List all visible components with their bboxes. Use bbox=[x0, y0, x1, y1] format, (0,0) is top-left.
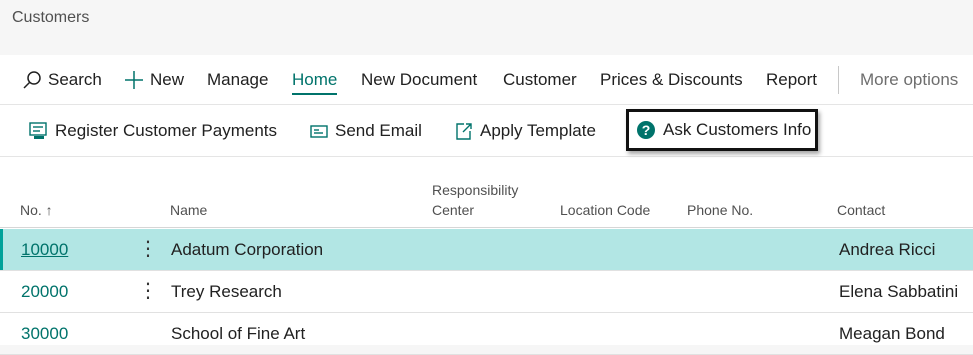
column-header-contact[interactable]: Contact bbox=[837, 200, 885, 220]
help-question-icon: ? bbox=[637, 121, 655, 139]
customer-menu[interactable]: Customer bbox=[503, 68, 577, 92]
prices-discounts-label: Prices & Discounts bbox=[600, 70, 743, 89]
customer-no-link[interactable]: 20000 bbox=[21, 282, 68, 302]
search-button[interactable]: Search bbox=[22, 68, 102, 92]
prices-discounts-menu[interactable]: Prices & Discounts bbox=[600, 68, 743, 92]
ask-info-content: ? Ask Customers Info bbox=[636, 118, 811, 142]
send-email-label: Send Email bbox=[335, 121, 422, 140]
apply-template-label: Apply Template bbox=[480, 121, 596, 140]
email-icon bbox=[310, 125, 328, 138]
manage-menu[interactable]: Manage bbox=[207, 68, 268, 92]
customer-contact: Andrea Ricci bbox=[839, 240, 936, 259]
list-page-panel: Search New Manage Home New Document Cust… bbox=[0, 55, 973, 355]
report-label: Report bbox=[766, 70, 818, 89]
resp-line1: Responsibility bbox=[432, 182, 519, 198]
column-header-no[interactable]: No. ↑ bbox=[20, 200, 53, 220]
table-row[interactable]: 30000 School of Fine Art Meagan Bond bbox=[0, 313, 973, 355]
row-menu-button[interactable]: ⋮ bbox=[138, 278, 158, 303]
selection-indicator bbox=[0, 229, 3, 270]
promoted-actions: Register Customer Payments Send Email Ap… bbox=[0, 105, 973, 157]
new-button[interactable]: New bbox=[124, 68, 184, 92]
column-header-phone[interactable]: Phone No. bbox=[687, 200, 753, 220]
apply-template-icon bbox=[456, 123, 472, 140]
customer-contact: Elena Sabbatini bbox=[839, 282, 959, 301]
search-icon bbox=[23, 71, 41, 89]
register-payments-label: Register Customer Payments bbox=[55, 121, 278, 140]
svg-text:?: ? bbox=[642, 122, 651, 138]
customer-name: School of Fine Art bbox=[171, 324, 306, 343]
column-header-location-code[interactable]: Location Code bbox=[560, 200, 650, 220]
manage-label: Manage bbox=[207, 70, 269, 89]
column-header-name[interactable]: Name bbox=[170, 200, 207, 220]
home-label: Home bbox=[292, 70, 338, 89]
ask-info-label: Ask Customers Info bbox=[663, 120, 812, 139]
new-document-menu[interactable]: New Document bbox=[361, 68, 477, 92]
resp-line2: Center bbox=[432, 202, 475, 218]
customer-contact: Meagan Bond bbox=[839, 324, 945, 343]
ask-customers-info-button[interactable]: ? Ask Customers Info bbox=[626, 109, 818, 151]
report-menu[interactable]: Report bbox=[766, 68, 817, 92]
apply-template-button[interactable]: Apply Template bbox=[455, 119, 596, 143]
action-bar: Search New Manage Home New Document Cust… bbox=[0, 55, 973, 105]
table-header: No. ↑ Name Responsibility Center Locatio… bbox=[0, 157, 973, 228]
page-title: Customers bbox=[12, 9, 90, 26]
new-document-label: New Document bbox=[361, 70, 478, 89]
row-menu-button[interactable]: ⋮ bbox=[138, 236, 158, 261]
more-options-button[interactable]: More options bbox=[860, 68, 958, 92]
action-bar-divider bbox=[838, 66, 839, 94]
table-row[interactable]: 10000 ⋮ Adatum Corporation Andrea Ricci bbox=[0, 229, 973, 271]
column-header-responsibility-center[interactable]: Responsibility Center bbox=[432, 180, 518, 220]
search-label: Search bbox=[48, 70, 102, 89]
send-email-button[interactable]: Send Email bbox=[310, 119, 422, 143]
register-payments-button[interactable]: Register Customer Payments bbox=[28, 119, 277, 143]
table-row[interactable]: 20000 ⋮ Trey Research Elena Sabbatini bbox=[0, 271, 973, 313]
customer-name: Trey Research bbox=[171, 282, 282, 301]
customer-label: Customer bbox=[503, 70, 577, 89]
tab-home[interactable]: Home bbox=[292, 68, 338, 95]
more-options-label: More options bbox=[860, 70, 959, 89]
customer-name: Adatum Corporation bbox=[171, 240, 324, 259]
plus-icon bbox=[125, 71, 143, 89]
new-label: New bbox=[150, 70, 185, 89]
payment-register-icon bbox=[29, 122, 47, 139]
customer-no-link[interactable]: 30000 bbox=[21, 324, 68, 344]
customer-no-link[interactable]: 10000 bbox=[21, 240, 68, 260]
